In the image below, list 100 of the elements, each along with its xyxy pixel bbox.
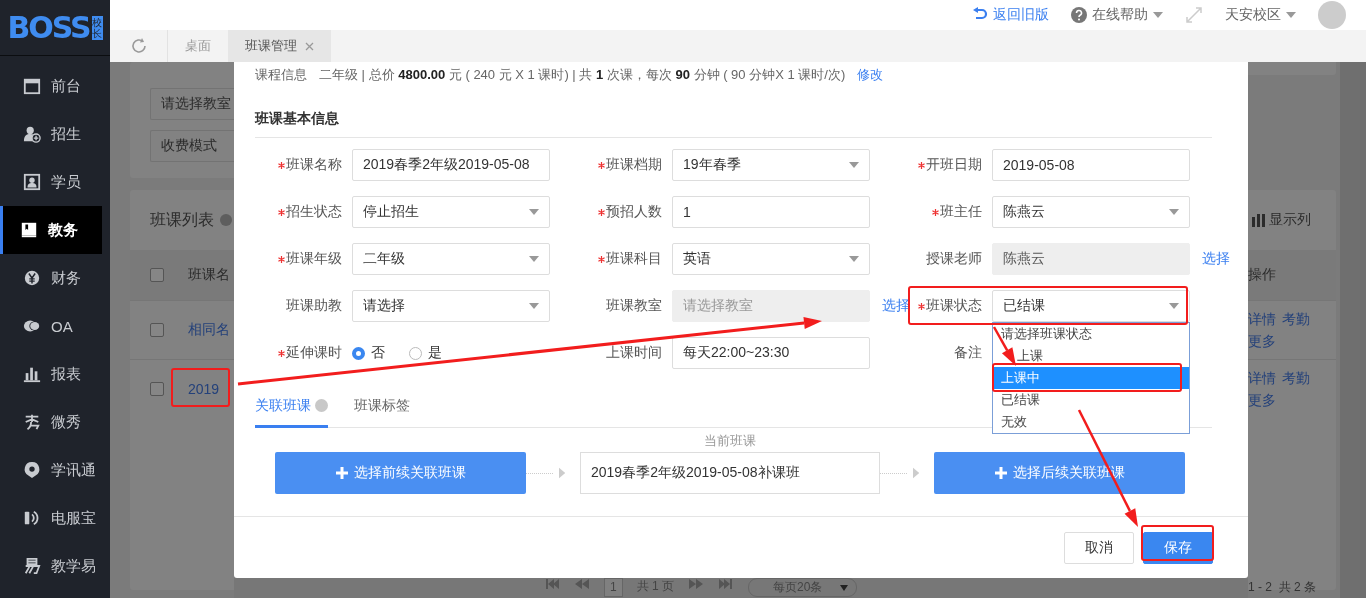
field-label: 开班日期 — [926, 156, 982, 174]
field-label: 班主任 — [940, 203, 982, 221]
dropdown-option[interactable]: 请选择班课状态 — [993, 323, 1189, 345]
location-pin-icon — [23, 461, 41, 479]
text-field[interactable]: 每天22:00~23:30 — [672, 337, 870, 369]
field-label: 预招人数 — [606, 203, 662, 221]
field-label: 班课教室 — [606, 297, 662, 315]
help-icon — [220, 214, 232, 226]
sidebar-item[interactable]: 前台 — [0, 62, 102, 110]
caret-icon — [1153, 12, 1163, 18]
field-label: 延伸课时 — [286, 344, 342, 362]
sidebar-item[interactable]: OA — [0, 302, 102, 350]
column-header: 班课名 — [188, 266, 230, 284]
edit-link[interactable]: 修改 — [857, 66, 884, 84]
caret-icon — [1169, 209, 1179, 215]
field-label: 授课老师 — [926, 250, 982, 268]
field-label: 班课名称 — [286, 156, 342, 174]
field-label: 班课年级 — [286, 250, 342, 268]
chevron-icon — [912, 467, 920, 479]
record-count: 1 - 2 共 2 条 — [1248, 579, 1317, 596]
back-link[interactable]: 返回旧版 — [972, 6, 1049, 24]
book-icon — [20, 221, 38, 239]
last-page-icon[interactable] — [718, 578, 735, 590]
current-class-label: 当前班课 — [704, 432, 756, 450]
save-button[interactable]: 保存 — [1143, 532, 1213, 564]
section-tab[interactable]: 关联班课 — [255, 386, 328, 428]
radio-label: 否 — [371, 344, 385, 362]
dropdown-option[interactable]: 无效 — [993, 411, 1189, 433]
yen-coin-icon — [23, 269, 41, 287]
caret-icon — [529, 256, 539, 262]
field-label: 招生状态 — [286, 203, 342, 221]
select-field[interactable]: 陈燕云 — [992, 196, 1190, 228]
logo: BOSS — [7, 10, 90, 45]
plus-icon — [994, 467, 1007, 479]
radio-button[interactable] — [352, 346, 365, 360]
text-field[interactable]: 2019-05-08 — [992, 149, 1190, 181]
course-info: 二年级 | 总价 4800.00 元 ( 240 元 X 1 课时) | 共 1 次课，每次 90 分钟 ( 90 分钟X 1 课时/次) — [319, 66, 846, 84]
text-field[interactable]: 1 — [672, 196, 870, 228]
display-columns-button[interactable]: 显示列 — [1269, 211, 1311, 229]
caret-icon — [840, 584, 849, 591]
fullscreen-icon[interactable] — [1185, 6, 1203, 24]
brush-stroke-icon — [23, 413, 41, 431]
sidebar-item[interactable]: 教学易 — [0, 542, 102, 590]
current-class-box: 2019春季2年级2019-05-08补课班 — [580, 452, 880, 494]
select-field[interactable]: 已结课 — [992, 290, 1190, 322]
select-field[interactable]: 请选择 — [352, 290, 550, 322]
select-field[interactable]: 二年级 — [352, 243, 550, 275]
text-field[interactable]: 2019春季2年级2019-05-08 — [352, 149, 550, 181]
list-title: 班课列表 — [150, 209, 214, 230]
page-tab[interactable]: 班课管理 — [228, 30, 331, 62]
column-header: 操作 — [1248, 266, 1276, 284]
bar-chart-icon — [23, 365, 41, 383]
checkbox[interactable] — [150, 268, 164, 282]
phone-signal-icon — [23, 509, 41, 527]
field-label: 班课助教 — [286, 297, 342, 315]
select-field[interactable]: 19年春季 — [672, 149, 870, 181]
sidebar-item[interactable]: 学员 — [0, 158, 102, 206]
field-label: 备注 — [954, 344, 982, 362]
sidebar-item[interactable]: 电服宝 — [0, 494, 102, 542]
radio-button[interactable] — [409, 346, 422, 360]
checkbox[interactable] — [150, 323, 164, 337]
field-label: 班课档期 — [606, 156, 662, 174]
person-plus-icon — [23, 125, 41, 143]
sidebar-item[interactable]: 报表 — [0, 350, 102, 398]
close-icon[interactable] — [305, 41, 314, 51]
caret-icon — [849, 162, 859, 168]
help-icon — [1071, 7, 1087, 23]
checkbox[interactable] — [150, 382, 164, 396]
highlight-frame — [171, 368, 230, 407]
section-title: 班课基本信息 — [255, 100, 1212, 138]
field-label: 班课科目 — [606, 250, 662, 268]
section-tab[interactable]: 班课标签 — [354, 386, 410, 428]
field-label: 上课时间 — [606, 344, 662, 362]
chevron-icon — [558, 467, 566, 479]
info-label: 课程信息 — [255, 66, 307, 84]
select-field[interactable]: 英语 — [672, 243, 870, 275]
refresh-icon[interactable] — [129, 37, 148, 55]
dropdown-option[interactable]: 上课 — [993, 345, 1189, 367]
caret-icon — [1286, 12, 1296, 18]
calendar-icon — [23, 77, 41, 95]
caret-icon — [529, 303, 539, 309]
help-menu[interactable]: 在线帮助 — [1071, 6, 1163, 24]
field-label: 班课状态 — [926, 297, 982, 315]
first-page-icon[interactable] — [544, 578, 560, 590]
sidebar-item[interactable]: 财务 — [0, 254, 102, 302]
cancel-button[interactable]: 取消 — [1064, 532, 1134, 564]
sidebar-item[interactable]: 学讯通 — [0, 446, 102, 494]
dropdown-option[interactable]: 已结课 — [993, 389, 1189, 411]
sidebar-item[interactable]: 招生 — [0, 110, 102, 158]
id-card-icon — [23, 173, 41, 191]
select-field[interactable]: 停止招生 — [352, 196, 550, 228]
caret-icon — [1169, 303, 1179, 309]
columns-icon[interactable] — [1251, 213, 1265, 227]
radio-label: 是 — [428, 344, 442, 362]
sidebar-item[interactable]: 微秀 — [0, 398, 102, 446]
sidebar-item[interactable]: 教务 — [0, 206, 102, 254]
avatar[interactable] — [1318, 1, 1346, 29]
logo-badge: 校长 — [91, 15, 103, 40]
campus-menu[interactable]: 天安校区 — [1225, 6, 1296, 24]
plus-icon — [335, 467, 348, 479]
